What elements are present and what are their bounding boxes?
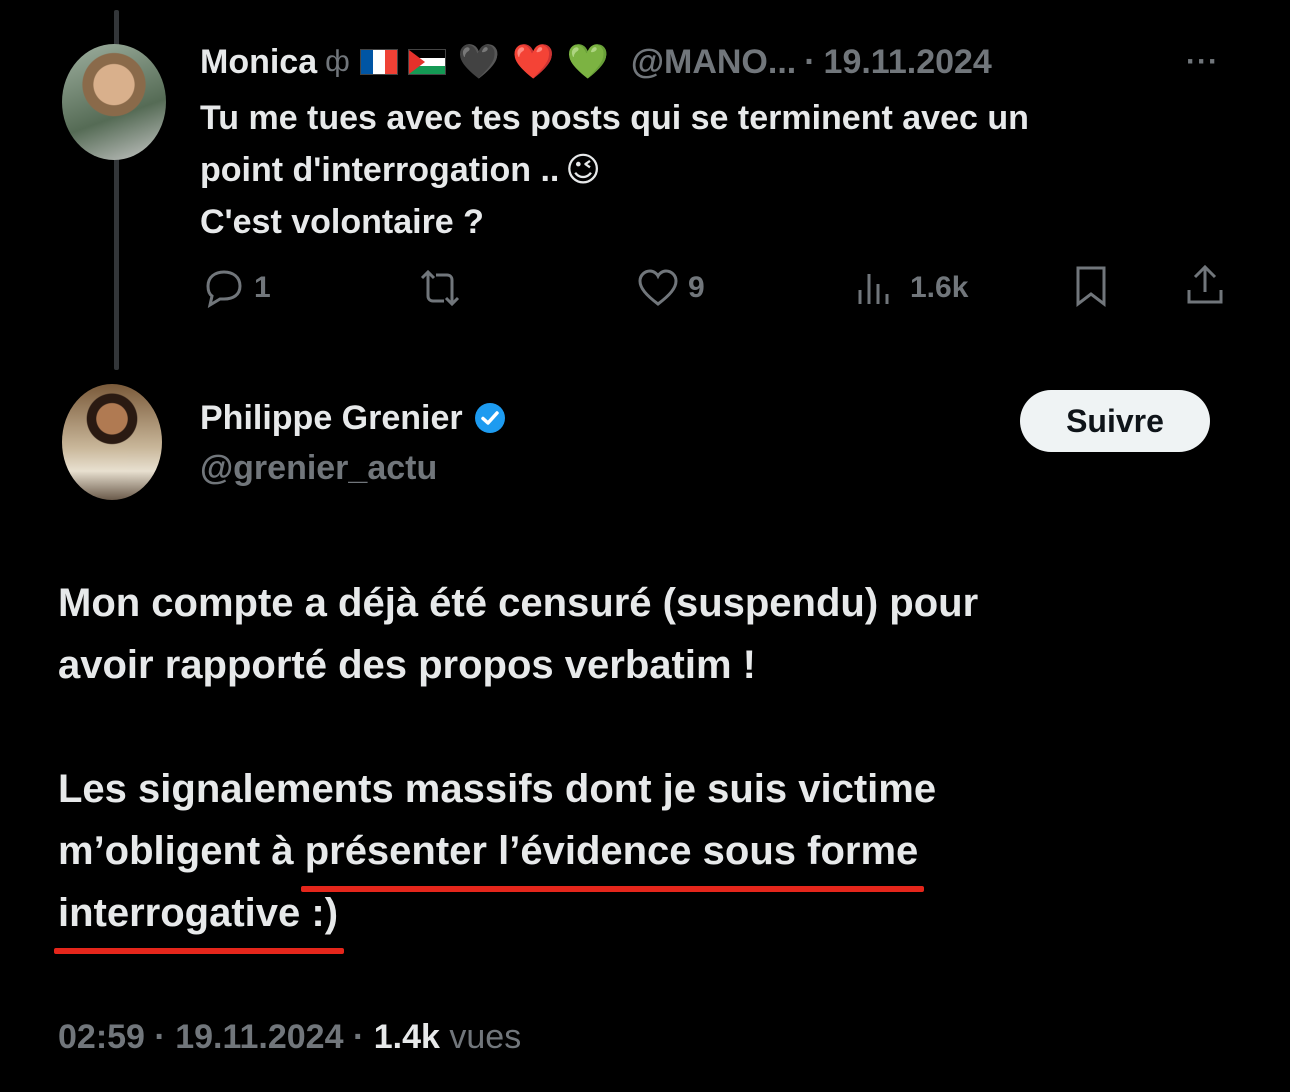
post-author-name[interactable]: Philippe Grenier bbox=[200, 399, 463, 438]
repost-icon bbox=[420, 269, 460, 307]
repost-action[interactable] bbox=[414, 266, 466, 310]
reply-date-separator: · bbox=[804, 42, 816, 81]
post-handle[interactable]: @grenier_actu bbox=[200, 446, 437, 490]
reply-name-symbol: ф bbox=[325, 45, 350, 78]
verified-badge-icon bbox=[474, 403, 505, 433]
views-count: 1.6k bbox=[910, 271, 969, 304]
post-text-line: Les signalements massifs dont je suis vi… bbox=[58, 767, 937, 811]
follow-button[interactable]: Suivre bbox=[1020, 390, 1210, 452]
post-author-row: Philippe Grenier bbox=[200, 396, 507, 440]
post-footer: 02:59 · 19.11.2024 · 1.4k vues bbox=[58, 1018, 521, 1057]
red-heart-icon: ❤️ bbox=[512, 43, 555, 81]
share-action[interactable] bbox=[1184, 264, 1226, 308]
post-text-line: Mon compte a déjà été censuré (suspendu)… bbox=[58, 581, 979, 625]
post-time[interactable]: 02:59 bbox=[58, 1018, 145, 1056]
more-options-icon[interactable]: ··· bbox=[1186, 40, 1219, 84]
footer-separator: · bbox=[352, 1018, 365, 1056]
avatar-philippe-grenier[interactable] bbox=[62, 384, 162, 500]
post-date[interactable]: 19.11.2024 bbox=[175, 1018, 343, 1056]
red-underlined-text: interrogative :) bbox=[53, 882, 345, 954]
like-count: 9 bbox=[688, 271, 705, 304]
bookmark-icon bbox=[1076, 266, 1106, 308]
like-action[interactable]: 9 bbox=[636, 266, 705, 310]
reply-icon bbox=[206, 270, 242, 308]
reply-date[interactable]: 19.11.2024 bbox=[824, 43, 992, 82]
views-action[interactable]: 1.6k bbox=[856, 266, 968, 310]
reply-header: Monica ф 🖤 ❤️ 💚 @MANO... · 19.11.2024 bbox=[200, 40, 992, 84]
wink-emoji-icon: 😉 bbox=[565, 151, 601, 189]
red-underlined-text: présenter l’évidence sous forme bbox=[300, 820, 924, 892]
analytics-icon bbox=[858, 274, 889, 304]
footer-separator: · bbox=[154, 1018, 166, 1056]
green-heart-icon: 💚 bbox=[566, 43, 609, 81]
palestine-flag-icon bbox=[407, 49, 446, 75]
reply-text-line: C'est volontaire ? bbox=[200, 203, 484, 241]
share-icon bbox=[1187, 264, 1223, 304]
reply-action[interactable]: 1 bbox=[202, 266, 271, 310]
reply-handle[interactable]: @MANO... bbox=[631, 43, 796, 82]
post-text-segment: m’obligent à bbox=[58, 829, 305, 873]
heart-outline-icon bbox=[638, 269, 678, 306]
reply-count: 1 bbox=[254, 271, 271, 304]
post-views-label: vues bbox=[449, 1018, 522, 1056]
bookmark-action[interactable] bbox=[1072, 264, 1110, 308]
post-text: Mon compte a déjà été censuré (suspendu)… bbox=[53, 572, 979, 954]
black-heart-icon: 🖤 bbox=[457, 43, 501, 81]
reply-text: Tu me tues avec tes posts qui se termine… bbox=[200, 92, 1029, 248]
reply-text-line-2: point d'interrogation .. 😉 bbox=[200, 144, 1029, 196]
post-text-line-underlined: m’obligent à présenter l’évidence sous f… bbox=[58, 820, 978, 892]
avatar-monica[interactable] bbox=[62, 44, 166, 160]
reply-text-line-2-text: point d'interrogation .. bbox=[200, 151, 560, 189]
france-flag-icon bbox=[359, 49, 398, 75]
post-text-line: avoir rapporté des propos verbatim ! bbox=[58, 643, 756, 687]
post-views-count: 1.4k bbox=[373, 1018, 440, 1056]
reply-author-name[interactable]: Monica bbox=[200, 43, 317, 82]
reply-text-line: Tu me tues avec tes posts qui se termine… bbox=[200, 99, 1029, 137]
